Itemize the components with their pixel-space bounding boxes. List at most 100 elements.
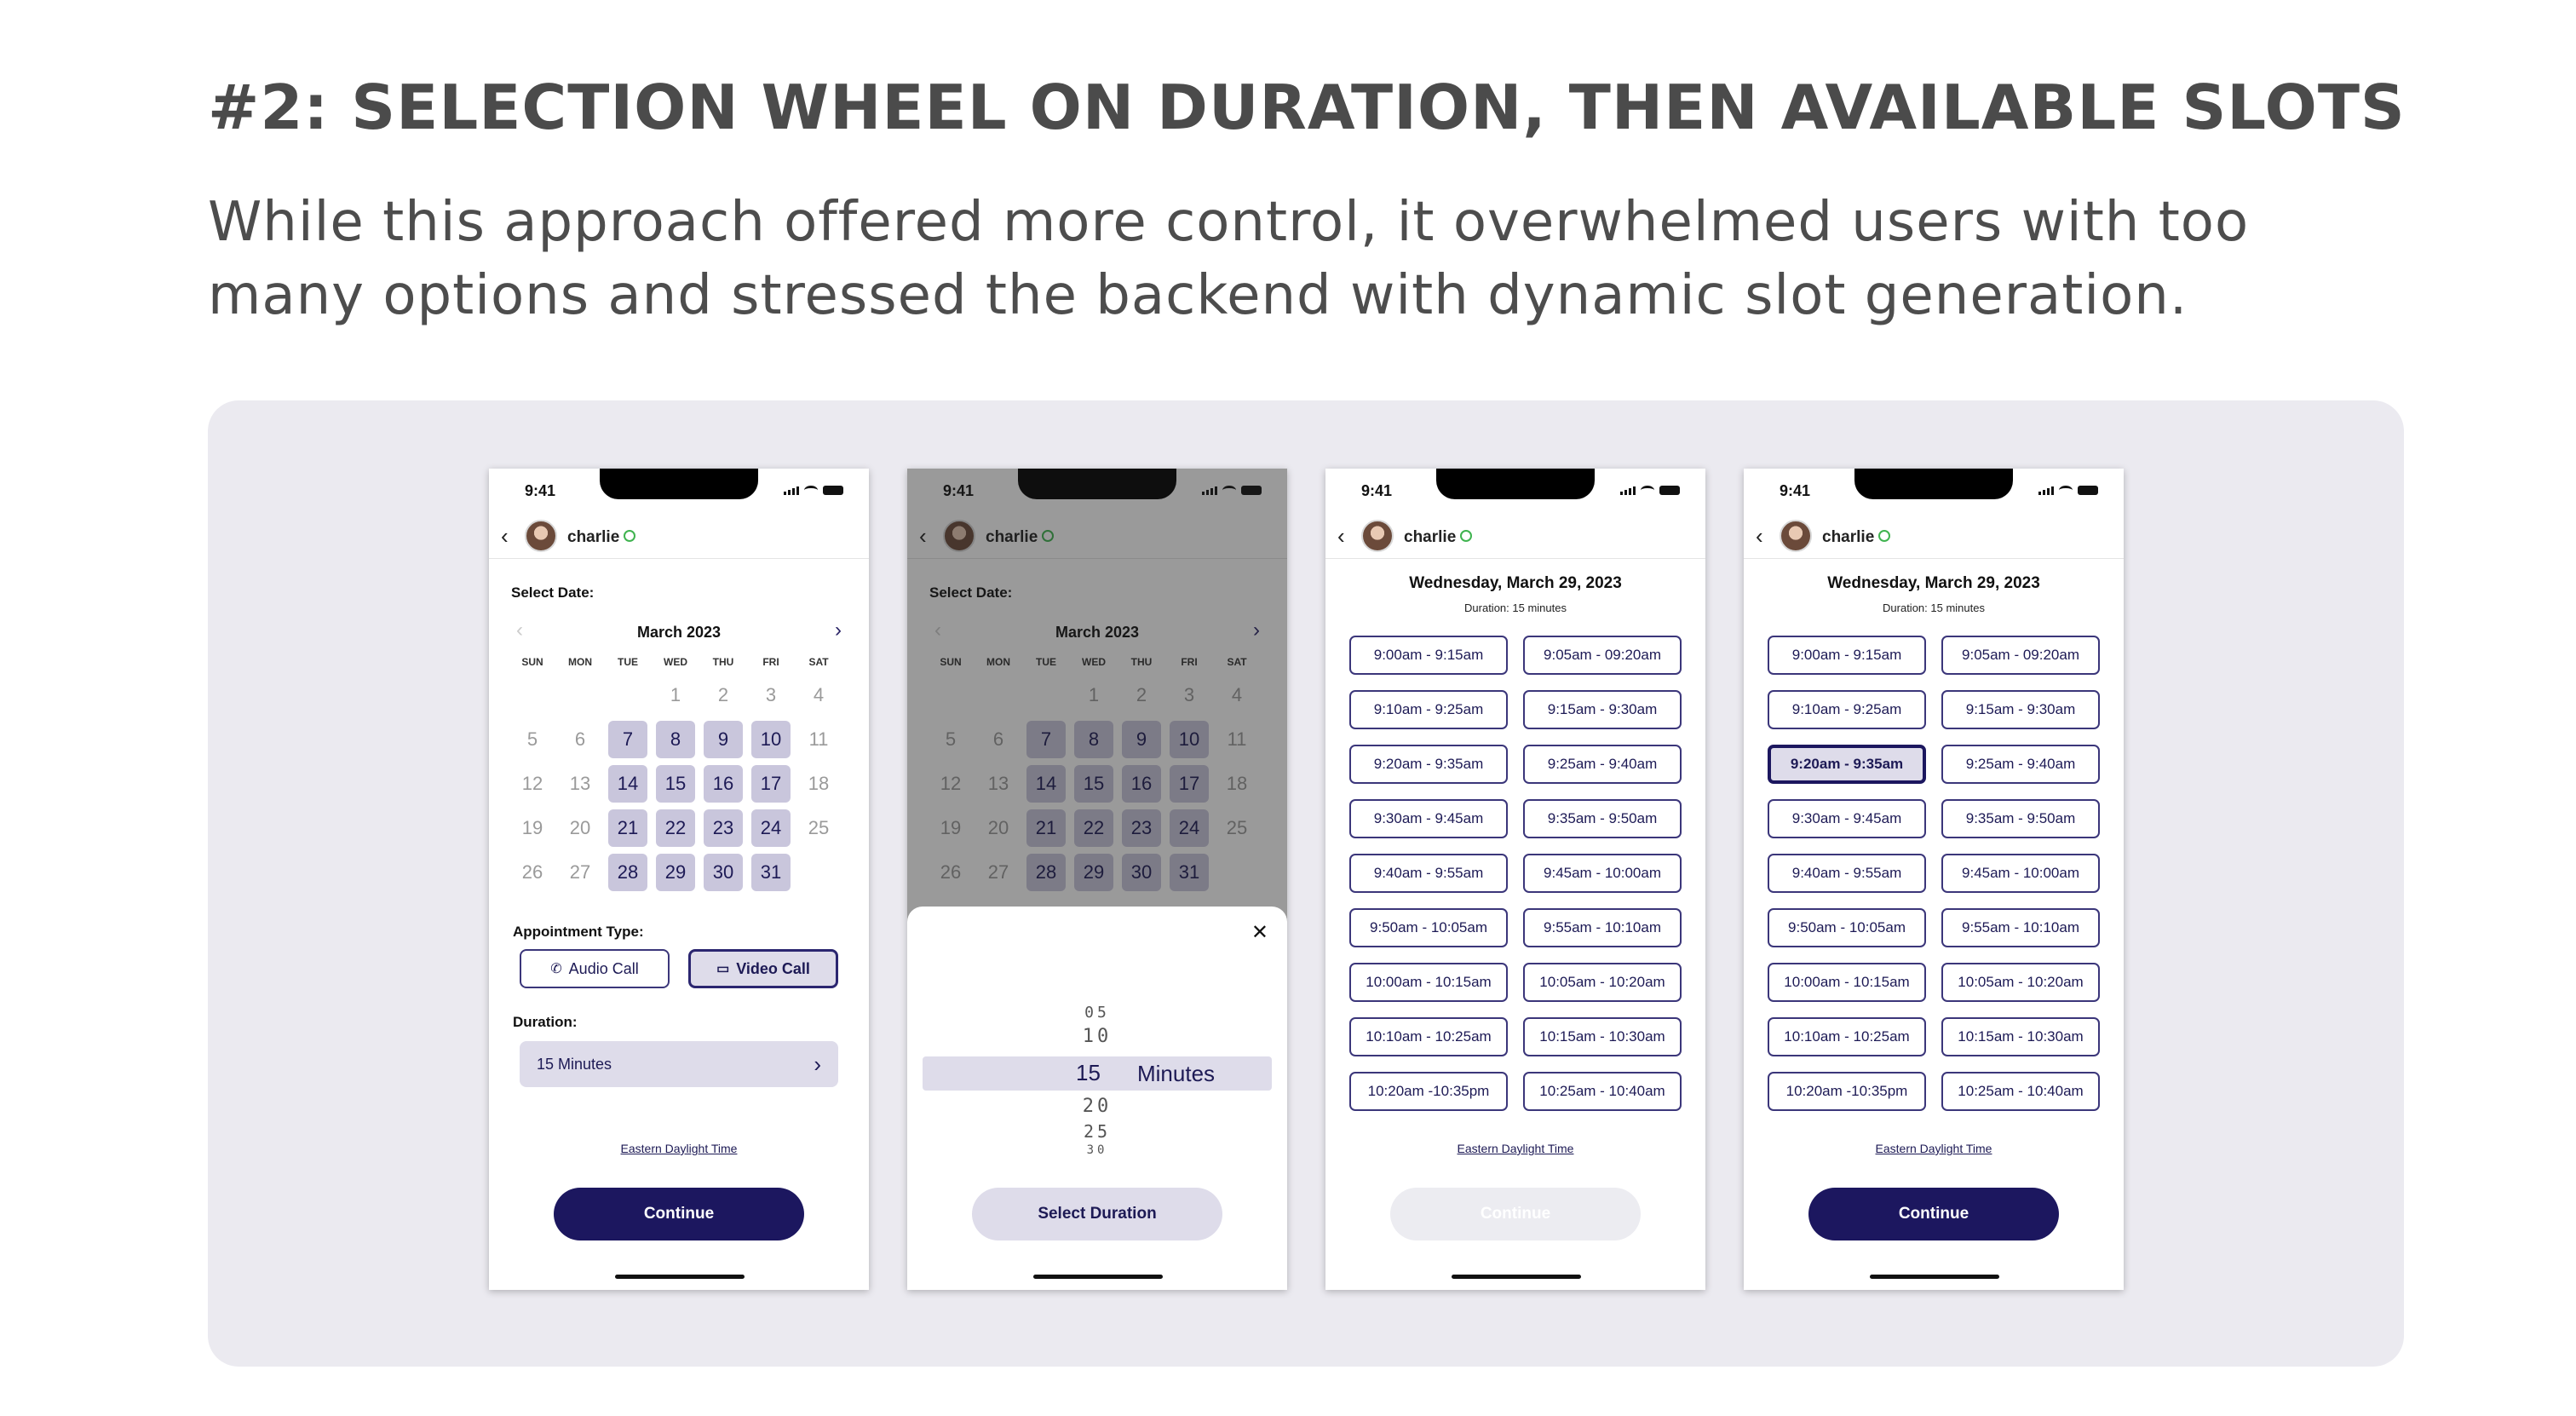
time-slot[interactable]: 9:15am - 9:30am [1523, 690, 1682, 729]
time-slot[interactable]: 9:35am - 9:50am [1523, 799, 1682, 838]
time-slot[interactable]: 9:05am - 09:20am [1941, 636, 2100, 675]
time-slot[interactable]: 9:30am - 9:45am [1768, 799, 1926, 838]
back-arrow-icon[interactable]: ‹ [1756, 525, 1763, 547]
time-slot[interactable]: 10:00am - 10:15am [1768, 963, 1926, 1002]
username: charlie [567, 528, 620, 546]
calendar-day-available[interactable]: 22 [656, 809, 695, 847]
close-icon[interactable]: ✕ [1251, 920, 1268, 945]
time-slot[interactable]: 9:25am - 9:40am [1523, 745, 1682, 784]
online-status-icon [1460, 530, 1472, 542]
status-icons [784, 486, 843, 495]
video-call-button[interactable]: ▭ Video Call [688, 949, 838, 988]
select-duration-button[interactable]: Select Duration [972, 1188, 1222, 1240]
time-slot[interactable]: 9:40am - 9:55am [1768, 854, 1926, 893]
time-slot[interactable]: 10:10am - 10:25am [1349, 1017, 1508, 1056]
calendar-day-available[interactable]: 15 [656, 765, 695, 803]
time-slot[interactable]: 9:35am - 9:50am [1941, 799, 2100, 838]
weekday-label: SAT [808, 656, 829, 668]
calendar-day-available[interactable]: 17 [751, 765, 791, 803]
calendar-day: 5 [526, 728, 538, 750]
time-slot[interactable]: 9:55am - 10:10am [1941, 908, 2100, 947]
time-slot[interactable]: 9:20am - 9:35am [1349, 745, 1508, 784]
time-slot[interactable]: 9:55am - 10:10am [1523, 908, 1682, 947]
calendar-grid: SUN MON TUE WED THU FRI SAT 1 2 3 4 5 6 7 8 9 10 11 12 13 14… [509, 656, 847, 891]
calendar-day-available[interactable]: 14 [608, 765, 647, 803]
audio-call-button[interactable]: ✆ Audio Call [520, 949, 670, 988]
time-slot[interactable]: 10:25am - 10:40am [1941, 1072, 2100, 1111]
signal-icon [2038, 486, 2054, 495]
timezone-link[interactable]: Eastern Daylight Time [1325, 1142, 1705, 1155]
avatar [1361, 520, 1394, 552]
time-slot[interactable]: 9:00am - 9:15am [1768, 636, 1926, 675]
username: charlie [1822, 528, 1875, 546]
time-slot[interactable]: 10:15am - 10:30am [1523, 1017, 1682, 1056]
wheel-item[interactable]: 05 [907, 1004, 1287, 1022]
video-call-label: Video Call [736, 959, 810, 977]
duration-bottom-sheet: ✕ 05 10 15 Minutes 20 25 30 Select Durat… [907, 907, 1287, 1290]
calendar-day-available[interactable]: 29 [656, 854, 695, 891]
select-date-label: Select Date: [511, 584, 595, 601]
calendar-day: 25 [808, 817, 830, 838]
wifi-icon [1641, 486, 1654, 495]
calendar-day: 3 [765, 684, 777, 705]
time-slot[interactable]: 10:10am - 10:25am [1768, 1017, 1926, 1056]
next-month-icon[interactable]: › [835, 619, 842, 642]
battery-icon [1659, 486, 1680, 495]
wheel-item[interactable]: 20 [907, 1096, 1287, 1117]
calendar-day-available[interactable]: 31 [751, 854, 791, 891]
timezone-link[interactable]: Eastern Daylight Time [489, 1142, 869, 1155]
time-slot[interactable]: 10:05am - 10:20am [1523, 963, 1682, 1002]
time-slot-selected[interactable]: 9:20am - 9:35am [1768, 745, 1926, 784]
calendar-day-available[interactable]: 9 [704, 721, 743, 758]
back-arrow-icon[interactable]: ‹ [501, 525, 509, 547]
wheel-selected-value[interactable]: 15 [1076, 1060, 1101, 1086]
calendar-day-available[interactable]: 7 [608, 721, 647, 758]
calendar-day-available[interactable]: 28 [608, 854, 647, 891]
time-slot[interactable]: 9:25am - 9:40am [1941, 745, 2100, 784]
time-slot[interactable]: 10:25am - 10:40am [1523, 1072, 1682, 1111]
calendar-day-available[interactable]: 30 [704, 854, 743, 891]
calendar-day-available[interactable]: 21 [608, 809, 647, 847]
time-slot[interactable]: 9:45am - 10:00am [1523, 854, 1682, 893]
time-slot[interactable]: 10:15am - 10:30am [1941, 1017, 2100, 1056]
time-slot[interactable]: 9:15am - 9:30am [1941, 690, 2100, 729]
chevron-right-icon: › [814, 1050, 821, 1077]
status-icons [2038, 486, 2098, 495]
wifi-icon [804, 486, 818, 495]
duration-selector[interactable]: 15 Minutes › [520, 1041, 838, 1087]
wheel-item[interactable]: 10 [907, 1026, 1287, 1047]
time-slot[interactable]: 9:10am - 9:25am [1349, 690, 1508, 729]
home-indicator [1452, 1275, 1581, 1279]
timezone-link[interactable]: Eastern Daylight Time [1744, 1142, 2124, 1155]
calendar-day: 1 [670, 684, 681, 705]
wheel-item[interactable]: 25 [907, 1121, 1287, 1142]
calendar-day-available[interactable]: 10 [751, 721, 791, 758]
calendar-day: 6 [574, 728, 586, 750]
time-slot[interactable]: 9:50am - 10:05am [1768, 908, 1926, 947]
slots-duration: Duration: 15 minutes [1883, 602, 1985, 614]
calendar-day-available[interactable]: 16 [704, 765, 743, 803]
wheel-item[interactable]: 30 [907, 1143, 1287, 1157]
time-slot[interactable]: 10:05am - 10:20am [1941, 963, 2100, 1002]
continue-button[interactable]: Continue [554, 1188, 804, 1240]
notch [1436, 469, 1595, 499]
time-slot[interactable]: 9:50am - 10:05am [1349, 908, 1508, 947]
wheel-unit-label: Minutes [1137, 1061, 1216, 1086]
time-slot[interactable]: 9:10am - 9:25am [1768, 690, 1926, 729]
calendar-day-available[interactable]: 23 [704, 809, 743, 847]
calendar-day-available[interactable]: 24 [751, 809, 791, 847]
back-arrow-icon[interactable]: ‹ [1337, 525, 1345, 547]
calendar-day-available[interactable]: 8 [656, 721, 695, 758]
weekday-label: SUN [521, 656, 543, 668]
time-slot[interactable]: 10:00am - 10:15am [1349, 963, 1508, 1002]
time-slot[interactable]: 10:20am -10:35pm [1768, 1072, 1926, 1111]
slot-grid: 9:00am - 9:15am 9:05am - 09:20am 9:10am - … [1768, 636, 2102, 1111]
time-slot[interactable]: 9:05am - 09:20am [1523, 636, 1682, 675]
time-slot[interactable]: 9:45am - 10:00am [1941, 854, 2100, 893]
calendar-day: 20 [569, 817, 591, 838]
time-slot[interactable]: 9:40am - 9:55am [1349, 854, 1508, 893]
time-slot[interactable]: 9:00am - 9:15am [1349, 636, 1508, 675]
time-slot[interactable]: 9:30am - 9:45am [1349, 799, 1508, 838]
time-slot[interactable]: 10:20am -10:35pm [1349, 1072, 1508, 1111]
continue-button[interactable]: Continue [1808, 1188, 2059, 1240]
